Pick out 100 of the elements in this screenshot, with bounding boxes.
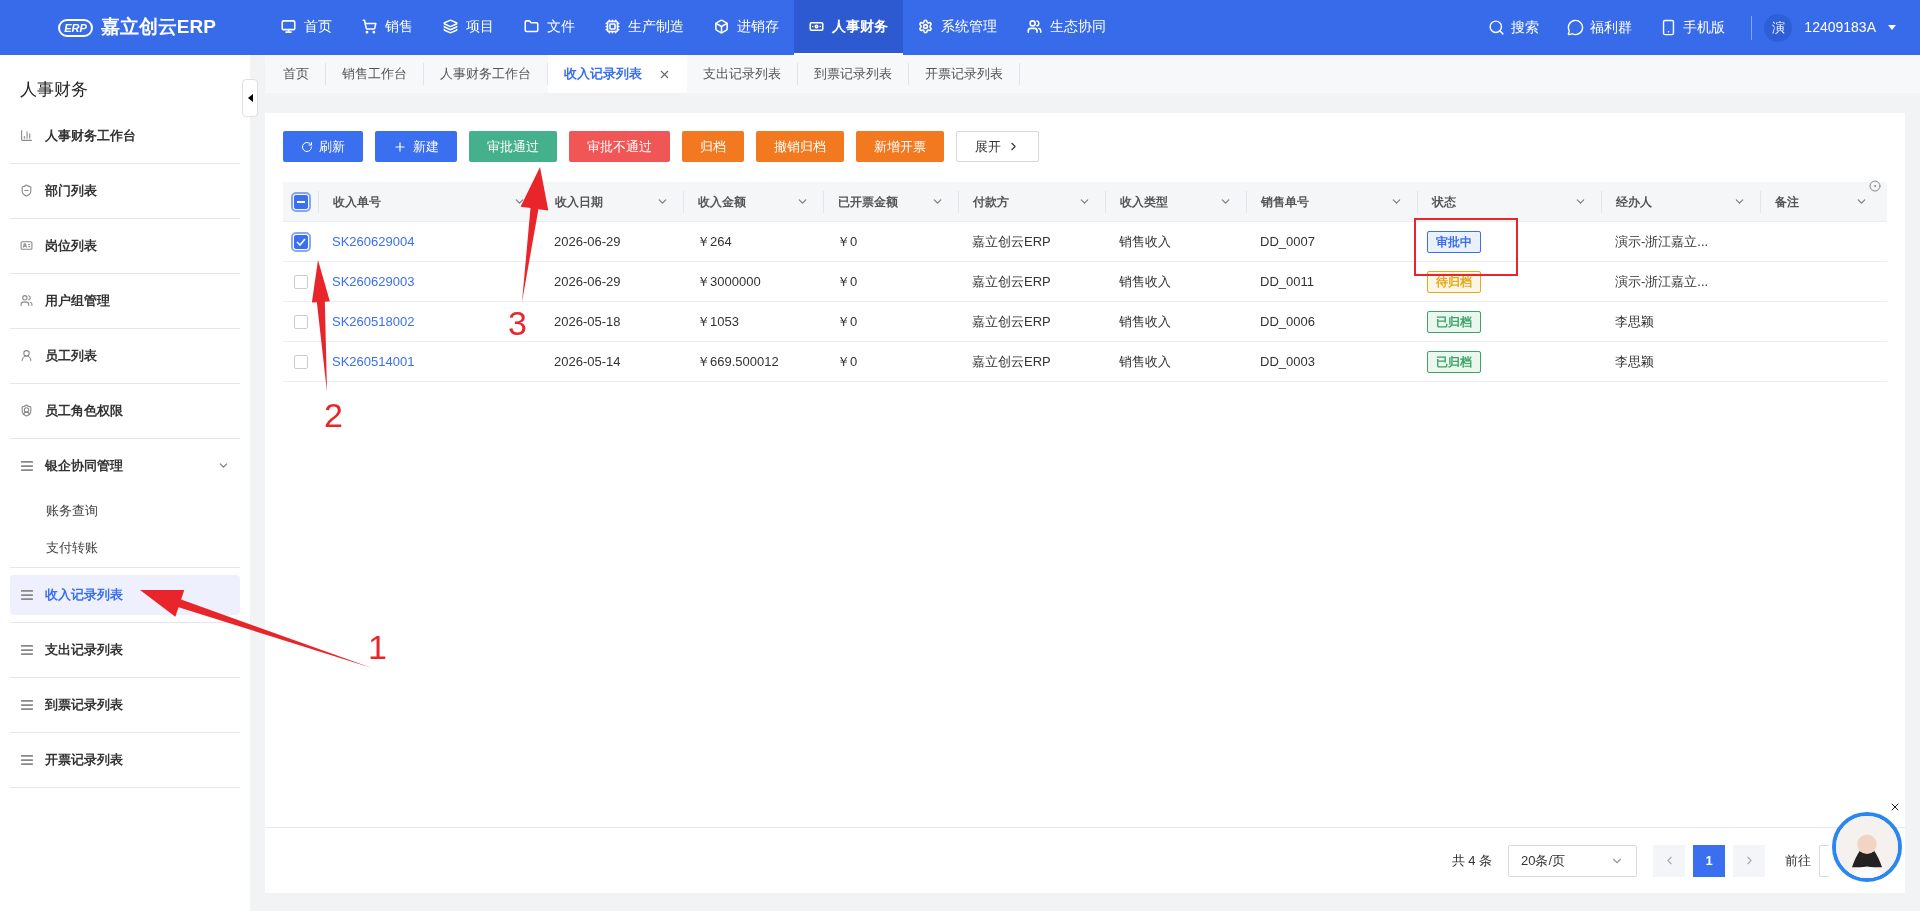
nav-tab[interactable]: 系统管理 <box>903 0 1012 55</box>
nav-tab[interactable]: 首页 <box>266 0 347 55</box>
page-size-select[interactable]: 20条/页 <box>1508 844 1637 877</box>
column-header[interactable]: 收入日期 <box>555 192 603 211</box>
users-icon <box>20 294 33 307</box>
table-cell: ￥0 <box>837 273 858 289</box>
table-cell: 销售收入 <box>1119 273 1171 289</box>
checkbox[interactable] <box>293 194 308 209</box>
column-header[interactable]: 收入单号 <box>333 192 381 211</box>
column-header[interactable]: 已开票金额 <box>838 192 898 211</box>
layers-icon <box>443 19 458 34</box>
sidebar-item[interactable]: 开票记录列表 <box>10 739 240 780</box>
header-link[interactable]: 福利群 <box>1553 17 1647 38</box>
checkbox[interactable] <box>293 314 308 329</box>
table-cell: 嘉立创云ERP <box>972 313 1051 329</box>
toolbar-button[interactable]: 刷新 <box>283 131 363 162</box>
column-header[interactable]: 收入金额 <box>698 192 746 211</box>
nav-tab[interactable]: 生产制造 <box>590 0 699 55</box>
table-cell: ￥3000000 <box>697 273 761 289</box>
column-header[interactable]: 经办人 <box>1616 192 1652 211</box>
user-id: 12409183A <box>1804 18 1876 37</box>
column-header[interactable]: 备注 <box>1775 192 1799 211</box>
table-cell: 演示-浙江嘉立... <box>1615 233 1709 249</box>
nav-tab[interactable]: 文件 <box>509 0 590 55</box>
nav-tab[interactable]: 项目 <box>428 0 509 55</box>
user-avatar[interactable]: 演 <box>1764 13 1793 42</box>
column-header[interactable]: 收入类型 <box>1120 192 1168 211</box>
table-cell: 嘉立创云ERP <box>972 353 1051 369</box>
page-tab[interactable]: 首页 <box>267 63 326 85</box>
page-input[interactable] <box>1819 844 1829 877</box>
collapse-handle[interactable] <box>242 79 258 117</box>
sidebar-item[interactable]: 员工角色权限 <box>10 390 240 431</box>
sidebar-item[interactable]: 用户组管理 <box>10 280 240 321</box>
sidebar-item[interactable]: 岗位列表 <box>10 225 240 266</box>
close-icon[interactable] <box>1889 801 1901 813</box>
caret-icon[interactable] <box>1888 25 1896 30</box>
table-cell: 销售收入 <box>1119 233 1171 249</box>
header-link[interactable]: 搜索 <box>1474 17 1554 38</box>
nav-tab[interactable]: 人事财务 <box>794 0 903 55</box>
shield-icon <box>20 404 33 417</box>
sidebar-item[interactable]: 员工列表 <box>10 335 240 376</box>
table-cell: 李思颖 <box>1615 353 1654 369</box>
page-tab[interactable]: 开票记录列表 <box>909 63 1020 85</box>
column-header[interactable]: 付款方 <box>973 192 1009 211</box>
toolbar-button[interactable]: 展开 <box>956 131 1039 162</box>
page-tab[interactable]: 收入记录列表 <box>548 55 687 93</box>
toolbar-button[interactable]: 新建 <box>375 131 457 162</box>
logo-text: 嘉立创云ERP <box>100 15 216 40</box>
record-link[interactable]: SK260629004 <box>332 233 415 249</box>
list-icon <box>20 642 34 657</box>
table-cell: 李思颖 <box>1615 313 1654 329</box>
column-header[interactable]: 销售单号 <box>1261 192 1309 211</box>
nav-tab[interactable]: 生态协同 <box>1012 0 1121 55</box>
page-tab[interactable]: 到票记录列表 <box>798 63 909 85</box>
sidebar-subitem[interactable]: 账务查询 <box>10 492 240 530</box>
checkbox[interactable] <box>293 274 308 289</box>
sidebar-subitem[interactable]: 支付转账 <box>10 529 240 567</box>
sidebar-item[interactable]: 部门列表 <box>10 170 240 211</box>
table-cell: 嘉立创云ERP <box>972 273 1051 289</box>
sidebar-item[interactable]: 支出记录列表 <box>10 629 240 670</box>
page-tab[interactable]: 支出记录列表 <box>687 63 798 85</box>
table-cell: ￥264 <box>697 233 732 249</box>
annotation-number: 3 <box>508 306 527 340</box>
sidebar-item[interactable]: 到票记录列表 <box>10 684 240 725</box>
status-tag: 已归档 <box>1427 350 1481 373</box>
sidebar-title: 人事财务 <box>19 79 89 101</box>
id-card-icon <box>20 239 33 252</box>
search-icon <box>1488 19 1506 36</box>
chat-icon <box>1567 19 1585 36</box>
monitor-icon <box>281 19 296 34</box>
table-cell: ￥669.500012 <box>697 353 779 369</box>
page-button[interactable]: 1 <box>1693 844 1725 877</box>
chip-icon <box>605 19 620 34</box>
record-link[interactable]: SK260514001 <box>332 353 415 369</box>
sidebar-item[interactable]: 收入记录列表 <box>10 574 240 615</box>
cart-icon <box>362 19 377 34</box>
table-cell: 销售收入 <box>1119 313 1171 329</box>
checkbox[interactable] <box>293 354 308 369</box>
status-tag: 待归档 <box>1427 270 1481 293</box>
list-icon <box>20 458 34 473</box>
page-tab[interactable]: 销售工作台 <box>326 63 424 85</box>
sidebar-item[interactable]: 人事财务工作台 <box>10 115 240 156</box>
checkbox[interactable] <box>293 234 308 249</box>
table-cell: 2026-05-14 <box>554 353 621 369</box>
settings-icon[interactable] <box>1869 180 1881 192</box>
column-header[interactable]: 状态 <box>1432 192 1456 211</box>
nav-tab[interactable]: 进销存 <box>699 0 794 55</box>
status-tag: 审批中 <box>1427 230 1481 253</box>
header-link[interactable]: 手机版 <box>1646 17 1740 38</box>
record-link[interactable]: SK260518002 <box>332 313 415 329</box>
table-cell: 嘉立创云ERP <box>972 233 1051 249</box>
cube-icon <box>714 19 729 34</box>
gear-icon <box>918 19 933 34</box>
table-cell: ￥0 <box>837 353 858 369</box>
table-cell: ￥0 <box>837 233 858 249</box>
table-cell: ￥0 <box>837 313 858 329</box>
table-cell: DD_0007 <box>1260 233 1315 249</box>
record-link[interactable]: SK260629003 <box>332 273 415 289</box>
nav-tab[interactable]: 销售 <box>347 0 428 55</box>
sidebar-item[interactable]: 银企协同管理 <box>10 445 240 486</box>
